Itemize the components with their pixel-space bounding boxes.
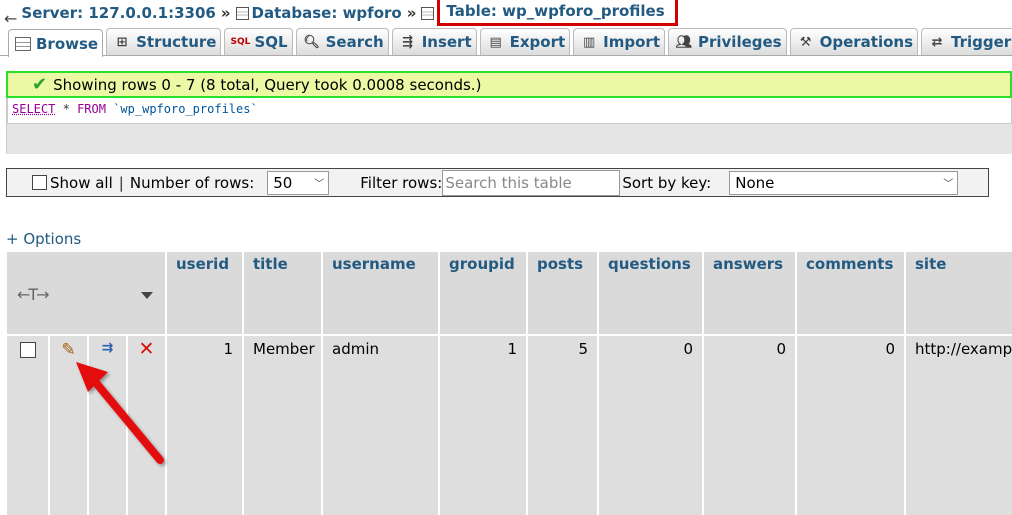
- tab-label: Trigger: [951, 33, 1012, 51]
- breadcrumb-table[interactable]: Table: wp_wpforo_profiles: [446, 2, 664, 20]
- cell-title[interactable]: Member: [244, 336, 321, 515]
- triggers-icon: ⇄: [931, 34, 943, 50]
- tab-operations[interactable]: ⚒ Operations: [789, 28, 919, 55]
- tab-label: Privileges: [698, 33, 782, 51]
- delete-icon[interactable]: ✕: [139, 340, 155, 515]
- tab-export[interactable]: ▤ Export: [479, 28, 571, 55]
- tab-label: SQL: [254, 33, 288, 51]
- resize-arrows-icon[interactable]: ←T→: [17, 285, 50, 304]
- sort-by-key-label: Sort by key:: [622, 173, 712, 192]
- row-select-cell: [7, 336, 48, 515]
- tab-import[interactable]: ▥ Import: [573, 28, 665, 55]
- insert-icon: ⇶: [402, 34, 414, 50]
- main-tabs: Browse ⊞ Structure SQL SQL 🔍︎ Search ⇶ I…: [0, 28, 1012, 57]
- table-navigation-bar: Show all | Number of rows: 50 ﹀ Filter r…: [6, 168, 989, 197]
- tab-structure[interactable]: ⊞ Structure: [106, 28, 222, 55]
- tab-search[interactable]: 🔍︎ Search: [295, 28, 389, 55]
- tab-browse[interactable]: Browse: [8, 29, 104, 57]
- dropdown-triangle-icon[interactable]: [141, 292, 153, 299]
- sort-by-key-select[interactable]: None ﹀: [729, 170, 959, 195]
- tab-label: Import: [603, 33, 660, 51]
- filter-rows-label: Filter rows:: [360, 173, 443, 192]
- tab-sql[interactable]: SQL SQL: [224, 28, 293, 55]
- options-link[interactable]: + Options: [6, 230, 81, 248]
- edit-pencil-icon[interactable]: ✎: [61, 340, 75, 515]
- cell-username[interactable]: admin: [323, 336, 438, 515]
- tab-label: Search: [325, 33, 384, 51]
- sql-star: *: [62, 102, 70, 116]
- cell-posts[interactable]: 5: [528, 336, 597, 515]
- search-icon: 🔍︎: [303, 34, 320, 50]
- export-icon: ▤: [489, 34, 502, 50]
- breadcrumb-server[interactable]: Server: 127.0.0.1:3306: [21, 4, 215, 22]
- column-header-username[interactable]: username: [323, 252, 438, 334]
- tab-label: Insert: [421, 33, 472, 51]
- column-header-comments[interactable]: comments: [797, 252, 904, 334]
- results-table: ←T→ userid title username groupid posts …: [7, 252, 1012, 515]
- breadcrumb: ← Server: 127.0.0.1:3306 » Database: wpf…: [0, 0, 1012, 28]
- column-header-questions[interactable]: questions: [599, 252, 702, 334]
- success-message-text: Showing rows 0 - 7 (8 total, Query took …: [53, 75, 482, 94]
- cell-groupid[interactable]: 1: [440, 336, 526, 515]
- database-icon: [235, 6, 249, 20]
- column-header-title[interactable]: title: [244, 252, 321, 334]
- filter-rows-input[interactable]: Search this table: [442, 169, 621, 196]
- column-header-answers[interactable]: answers: [704, 252, 795, 334]
- cell-site[interactable]: http://example: [906, 336, 1012, 515]
- cell-comments[interactable]: 0: [797, 336, 904, 515]
- chevron-down-icon: ﹀: [314, 179, 325, 190]
- navbar-separator: |: [118, 173, 124, 192]
- table-row: ✎ ⇉ ✕ 1 Member admin 1 5 0 0 0 http://ex…: [7, 336, 1012, 515]
- chevron-down-icon: ﹀: [943, 179, 954, 190]
- sql-from-keyword: FROM: [77, 102, 106, 116]
- column-header-site[interactable]: site: [906, 252, 1012, 334]
- tab-label: Operations: [819, 33, 914, 51]
- column-header-userid[interactable]: userid: [167, 252, 242, 334]
- structure-icon: ⊞: [116, 34, 128, 50]
- import-icon: ▥: [583, 34, 596, 50]
- cell-answers[interactable]: 0: [704, 336, 795, 515]
- breadcrumb-database[interactable]: Database: wpforo: [252, 4, 402, 22]
- tab-label: Browse: [36, 34, 99, 53]
- sql-select-keyword[interactable]: SELECT: [12, 102, 55, 116]
- tab-triggers[interactable]: ⇄ Trigger: [921, 28, 1012, 55]
- tab-privileges[interactable]: 👥︎ Privileges: [668, 28, 787, 55]
- cell-userid[interactable]: 1: [167, 336, 242, 515]
- copy-row-icon[interactable]: ⇉: [102, 340, 114, 515]
- back-arrow-icon[interactable]: ←: [0, 9, 21, 28]
- tab-insert[interactable]: ⇶ Insert: [391, 28, 477, 55]
- breadcrumb-separator: »: [406, 4, 417, 22]
- operations-icon: ⚒: [799, 34, 812, 50]
- cell-questions[interactable]: 0: [599, 336, 702, 515]
- show-all-checkbox[interactable]: [32, 175, 47, 190]
- success-message: ✔ Showing rows 0 - 7 (8 total, Query too…: [6, 71, 1012, 98]
- column-controls-header: ←T→: [7, 252, 165, 334]
- table-icon: [421, 6, 435, 20]
- browse-icon: [15, 36, 31, 51]
- breadcrumb-separator: »: [220, 4, 231, 22]
- number-of-rows-label: Number of rows:: [129, 173, 255, 192]
- tab-label: Structure: [136, 33, 217, 51]
- row-checkbox[interactable]: [19, 342, 36, 358]
- sort-by-key-value: None: [735, 173, 775, 192]
- table-header-row: ←T→ userid title username groupid posts …: [7, 252, 1012, 334]
- tab-label: Export: [509, 33, 566, 51]
- column-header-posts[interactable]: posts: [528, 252, 597, 334]
- sql-query-box: SELECT * FROM `wp_wpforo_profiles`: [6, 98, 1012, 154]
- row-copy-cell: ⇉: [89, 336, 126, 515]
- row-edit-cell: ✎: [50, 336, 87, 515]
- sql-icon: SQL: [230, 37, 251, 47]
- breadcrumb-table-highlight: Table: wp_wpforo_profiles: [437, 0, 678, 26]
- row-delete-cell: ✕: [128, 336, 165, 515]
- number-of-rows-select[interactable]: 50 ﹀: [267, 170, 330, 195]
- show-all-label: Show all: [50, 173, 113, 192]
- sql-query-line: SELECT * FROM `wp_wpforo_profiles`: [7, 98, 1012, 124]
- column-header-groupid[interactable]: groupid: [440, 252, 526, 334]
- sql-table-name: `wp_wpforo_profiles`: [113, 102, 258, 116]
- privileges-icon: 👥︎: [675, 34, 693, 50]
- check-icon: ✔: [32, 74, 48, 95]
- number-of-rows-value: 50: [273, 173, 293, 192]
